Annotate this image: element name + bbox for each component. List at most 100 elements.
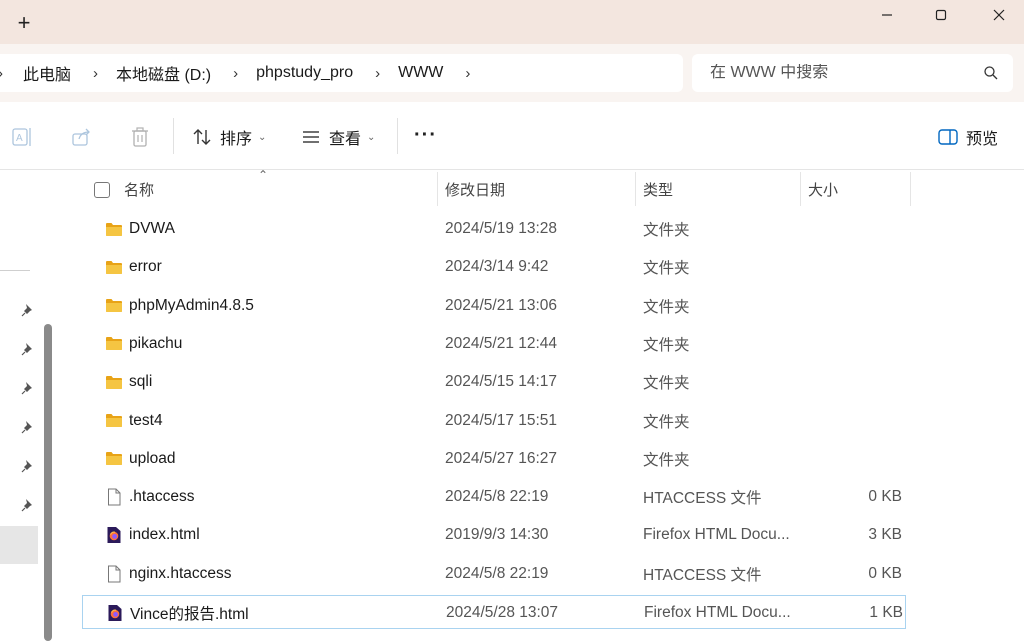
file-row[interactable]: sqli 2024/5/15 14:17 文件夹 [82,365,906,399]
select-all-checkbox[interactable] [94,182,110,198]
close-button[interactable] [976,4,1022,26]
pin-icon[interactable] [21,342,35,356]
file-row[interactable]: phpMyAdmin4.8.5 2024/5/21 13:06 文件夹 [82,289,906,323]
rename-button[interactable]: A [12,126,34,148]
breadcrumb-separator[interactable]: › [465,65,470,82]
file-name: sqli [129,373,153,391]
file-modified-date: 2024/5/8 22:19 [445,564,549,582]
breadcrumb[interactable]: › 此电脑 › 本地磁盘 (D:) › phpstudy_pro › WWW › [0,54,683,92]
file-modified-date: 2024/5/17 15:51 [445,411,558,429]
file-modified-date: 2024/5/15 14:17 [445,373,558,391]
svg-text:A: A [16,133,23,144]
file-modified-date: 2024/5/27 16:27 [445,449,558,467]
sort-ascending-icon: ⌃ [258,168,269,182]
folder-icon [104,250,124,284]
file-type: 文件夹 [643,336,690,354]
file-type: 文件夹 [643,260,690,278]
file-list: ⌃ 名称 修改日期 类型 大小 DVWA 2024/5/19 13:28 文件夹 er… [62,168,1024,641]
nav-divider [0,270,30,271]
nav-item-selected[interactable] [0,526,38,564]
file-row[interactable]: test4 2024/5/17 15:51 文件夹 [82,404,906,438]
view-list-icon [303,131,319,143]
new-tab-button[interactable]: + [14,12,34,34]
column-divider[interactable] [437,172,438,206]
firefox-html-icon [105,596,125,630]
title-bar: + [0,0,1024,44]
breadcrumb-separator[interactable]: › [93,65,98,82]
file-size: 1 KB [869,604,903,621]
file-row[interactable]: Vince的报告.html 2024/5/28 13:07 Firefox HTML… [82,595,906,629]
search-input[interactable] [710,64,970,82]
address-row: › 此电脑 › 本地磁盘 (D:) › phpstudy_pro › WWW › [0,44,1024,102]
file-row[interactable]: .htaccess 2024/5/8 22:19 HTACCESS 文件 0 KB [82,480,906,514]
close-icon [993,9,1005,21]
breadcrumb-separator: › [0,65,3,82]
pin-icon[interactable] [21,498,35,512]
view-button[interactable]: 查看 ⌄ [301,124,375,150]
pin-icon[interactable] [21,420,35,434]
folder-icon [104,442,124,476]
column-divider[interactable] [800,172,801,206]
breadcrumb-item-phpstudy[interactable]: phpstudy_pro [256,64,353,82]
file-name: Vince的报告.html [130,606,249,623]
file-size [801,250,902,284]
firefox-html-icon [104,518,124,552]
minimize-button[interactable] [864,4,910,26]
file-size [801,404,902,438]
file-type: 文件夹 [643,298,690,316]
delete-button[interactable] [129,126,151,148]
breadcrumb-item-local-disk[interactable]: 本地磁盘 (D:) [116,61,211,85]
file-name: DVWA [129,220,175,237]
column-name[interactable]: 名称 [124,170,154,208]
breadcrumb-separator[interactable]: › [375,65,380,82]
sort-button[interactable]: 排序 ⌄ [192,124,266,150]
column-divider[interactable] [635,172,636,206]
preview-pane-button[interactable]: 预览 [938,124,998,150]
navigation-pane [0,170,40,641]
file-size [801,289,902,323]
file-modified-date: 2024/5/28 13:07 [446,604,559,621]
column-type[interactable]: 类型 [643,170,673,208]
pin-icon[interactable] [21,381,35,395]
column-divider[interactable] [910,172,911,206]
nav-scrollbar[interactable] [44,324,52,641]
search-icon[interactable] [983,65,999,81]
pin-icon[interactable] [21,303,35,317]
maximize-icon [935,9,947,21]
file-name: upload [129,449,176,467]
file-row[interactable]: upload 2024/5/27 16:27 文件夹 [82,442,906,476]
file-type: Firefox HTML Docu... [644,604,791,621]
file-size [801,212,902,246]
file-name: nginx.htaccess [129,564,232,582]
breadcrumb-item-this-pc[interactable]: 此电脑 [23,61,71,85]
column-header: ⌃ 名称 修改日期 类型 大小 [62,168,1024,208]
folder-icon [104,327,124,361]
sort-label: 排序 [220,131,253,148]
breadcrumb-separator[interactable]: › [233,65,238,82]
column-date[interactable]: 修改日期 [445,170,505,208]
share-button[interactable] [71,126,93,148]
folder-icon [104,365,124,399]
pin-icon[interactable] [21,459,35,473]
folder-icon [104,289,124,323]
chevron-down-icon: ⌄ [367,131,376,143]
minimize-icon [882,14,892,16]
file-row[interactable]: error 2024/3/14 9:42 文件夹 [82,250,906,284]
file-type: HTACCESS 文件 [643,490,762,508]
toolbar-divider [173,118,174,154]
file-icon [104,557,124,591]
file-row[interactable]: nginx.htaccess 2024/5/8 22:19 HTACCESS 文件 0… [82,557,906,591]
file-name: error [129,258,162,276]
file-row[interactable]: pikachu 2024/5/21 12:44 文件夹 [82,327,906,361]
file-row[interactable]: DVWA 2024/5/19 13:28 文件夹 [82,212,906,246]
file-modified-date: 2024/3/14 9:42 [445,258,549,276]
more-options-button[interactable]: ··· [414,124,437,147]
folder-icon [104,212,124,246]
breadcrumb-item-www[interactable]: WWW [398,64,443,82]
file-size: 0 KB [868,488,902,506]
column-size[interactable]: 大小 [808,170,838,208]
view-label: 查看 [329,131,362,148]
maximize-button[interactable] [918,4,964,26]
preview-pane-icon [938,129,958,145]
file-row[interactable]: index.html 2019/9/3 14:30 Firefox HTML Doc… [82,518,906,552]
